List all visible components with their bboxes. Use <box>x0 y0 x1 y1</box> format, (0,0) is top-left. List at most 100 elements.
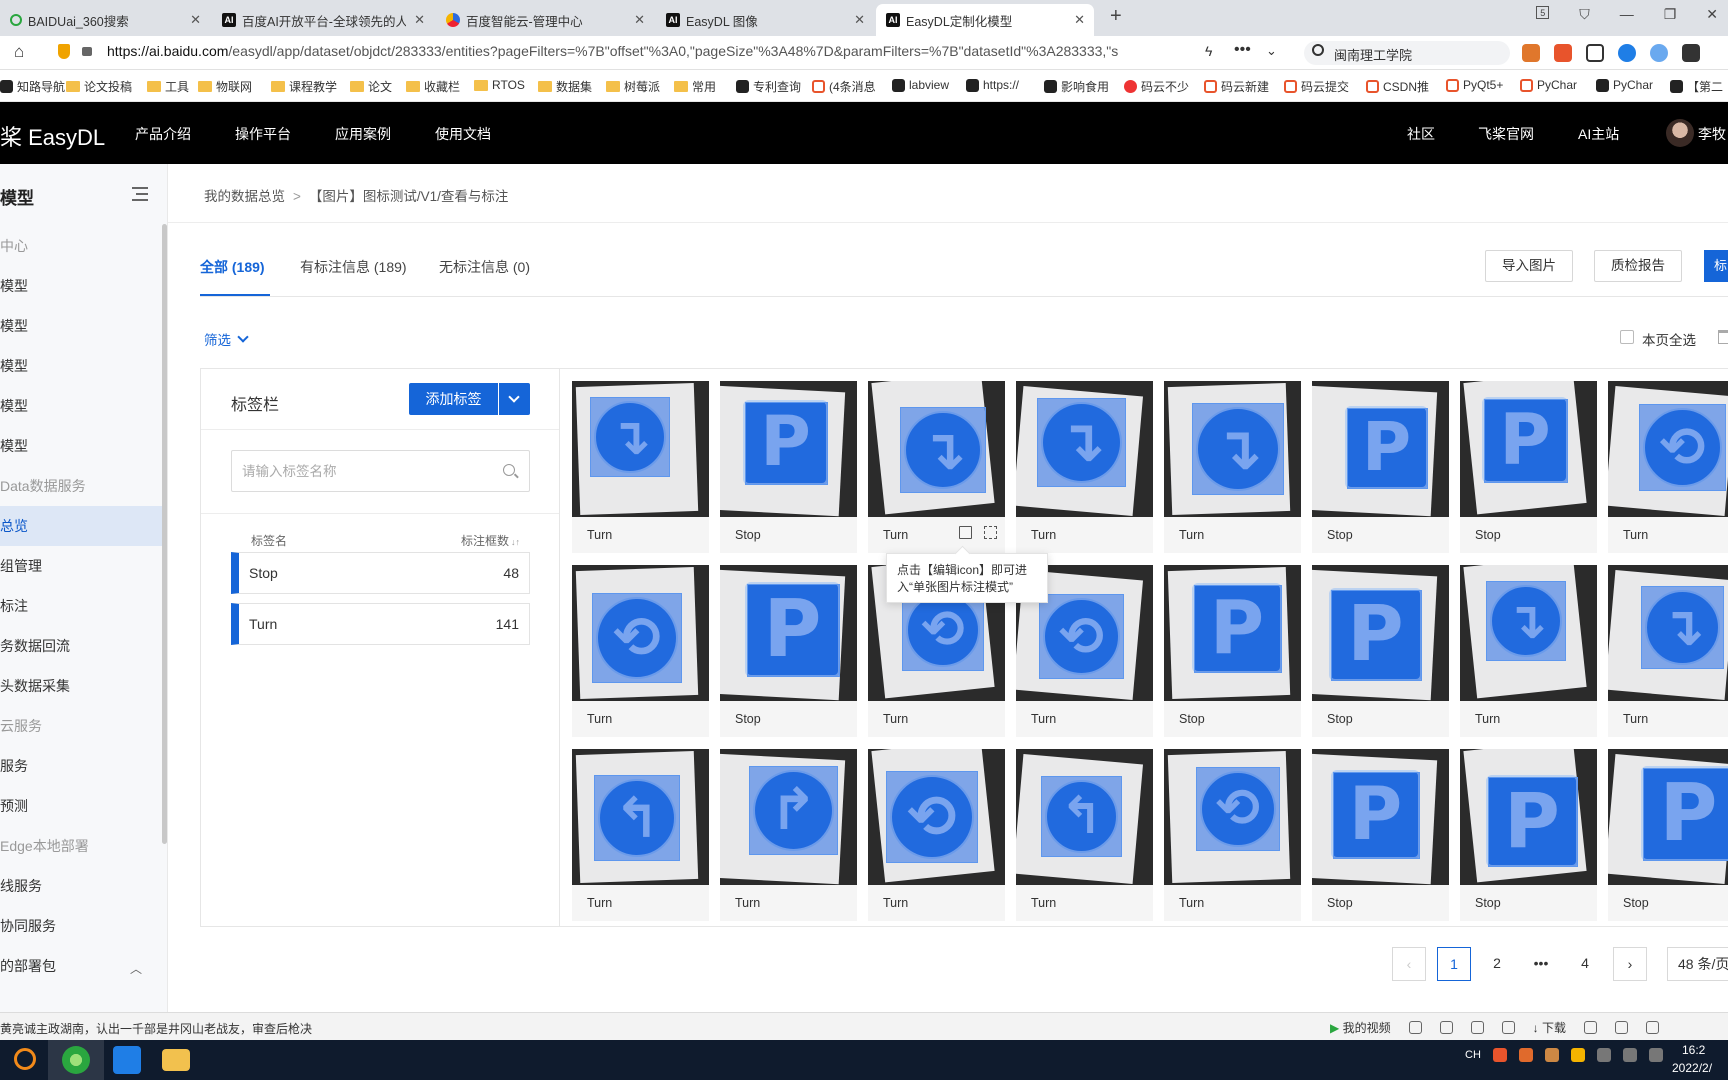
sidebar-item[interactable]: 模型 <box>0 306 162 346</box>
image-thumbnail[interactable]: ↴ <box>572 381 709 517</box>
bookmark-item[interactable]: 论文 <box>350 78 392 95</box>
sidebar-item[interactable]: 头数据采集 <box>0 666 162 706</box>
tab-close-icon[interactable]: ✕ <box>634 12 645 28</box>
bookmark-item[interactable]: PyChar <box>1520 78 1577 92</box>
printer-icon[interactable] <box>1583 1021 1597 1034</box>
sidebar-item[interactable]: 模型 <box>0 266 162 306</box>
bookmark-item[interactable]: 数据集 <box>538 78 592 95</box>
image-thumbnail[interactable]: ↰ <box>572 749 709 885</box>
bookmark-item[interactable]: PyQt5+ <box>1446 78 1503 92</box>
bookmark-item[interactable]: PyChar <box>1596 78 1653 92</box>
image-thumbnail[interactable]: P <box>720 565 857 701</box>
image-card[interactable]: ↰ Turn <box>572 749 709 921</box>
image-card[interactable]: P Stop <box>1460 749 1597 921</box>
tray-app-icon[interactable] <box>1492 1048 1507 1062</box>
more-icon[interactable]: ••• <box>1234 41 1251 59</box>
refresh-icon[interactable] <box>1614 1021 1628 1034</box>
label-row-turn[interactable]: Turn 141 <box>231 603 530 645</box>
image-thumbnail[interactable]: P <box>1460 749 1597 885</box>
bookmark-item[interactable]: 专利查询 <box>736 78 801 95</box>
minimize-icon[interactable]: — <box>1620 6 1634 23</box>
image-card[interactable]: ⟲ Turn <box>1608 381 1728 553</box>
image-card[interactable]: ↴ Turn <box>1608 565 1728 737</box>
tab-close-icon[interactable]: ✕ <box>1074 12 1085 28</box>
chevron-down-icon[interactable]: ⌄ <box>1266 43 1277 59</box>
browser-tab[interactable]: AI 百度AI开放平台-全球领先的人 ✕ <box>212 4 434 36</box>
nav-platform[interactable]: 操作平台 <box>235 124 291 144</box>
image-thumbnail[interactable]: ↴ <box>1460 565 1597 701</box>
edit-icon[interactable] <box>959 526 972 539</box>
page-size-select[interactable]: 48 条/页 <box>1667 947 1728 981</box>
collapse-menu-icon[interactable] <box>126 186 148 202</box>
image-card[interactable]: P Stop <box>1312 565 1449 737</box>
image-card[interactable]: P Stop <box>1312 381 1449 553</box>
url-field[interactable]: https://ai.baidu.com/easydl/app/dataset/… <box>107 43 1192 59</box>
rocket-icon[interactable] <box>1501 1021 1515 1034</box>
bookmark-item[interactable]: 码云不少 <box>1124 78 1189 95</box>
page-ellipsis[interactable]: ••• <box>1524 947 1558 981</box>
taskbar-360-browser-icon[interactable] <box>62 1046 90 1074</box>
image-thumbnail[interactable]: P <box>1312 749 1449 885</box>
image-thumbnail[interactable]: P <box>720 381 857 517</box>
scissors-icon[interactable] <box>1586 44 1604 62</box>
lock-icon[interactable] <box>82 47 92 56</box>
delete-icon[interactable] <box>1718 330 1728 344</box>
bookmark-item[interactable]: https:// <box>966 78 1019 92</box>
bookmark-item[interactable]: labview <box>892 78 949 92</box>
sidebar-item[interactable]: 总览 <box>0 506 162 546</box>
window-icon[interactable] <box>1645 1021 1659 1034</box>
bookmark-item[interactable]: 码云新建 <box>1204 78 1269 95</box>
tab-annotated[interactable]: 有标注信息 (189) <box>300 257 407 277</box>
bookmark-item[interactable]: 常用 <box>674 78 716 95</box>
bookmark-item[interactable]: 【第二 <box>1670 78 1723 95</box>
image-thumbnail[interactable]: ↴ <box>1608 565 1728 701</box>
browser-tab[interactable]: AI EasyDL 图像 ✕ <box>656 4 874 36</box>
easydl-logo[interactable]: 桨 EasyDL <box>0 120 105 152</box>
bookmark-item[interactable]: RTOS <box>474 78 525 92</box>
sort-icon[interactable]: ↓↑ <box>511 537 520 547</box>
image-thumbnail[interactable]: ⟲ <box>1608 381 1728 517</box>
notification-icon[interactable] <box>1648 1048 1663 1062</box>
select-all-checkbox[interactable] <box>1620 330 1634 344</box>
nav-ai-main[interactable]: AI主站 <box>1578 124 1619 144</box>
image-card[interactable]: P Stop <box>720 381 857 553</box>
image-card[interactable]: ⟲ Turn <box>868 749 1005 921</box>
image-thumbnail[interactable]: ↴ <box>868 381 1005 517</box>
tab-close-icon[interactable]: ✕ <box>414 12 425 28</box>
network-icon[interactable] <box>1622 1048 1637 1062</box>
bookmark-item[interactable]: 论文投稿 <box>66 78 132 95</box>
restore-icon[interactable]: ❐ <box>1664 6 1677 23</box>
chevron-up-icon[interactable]: ︿ <box>130 960 142 977</box>
bookmark-item[interactable]: 码云提交 <box>1284 78 1349 95</box>
bookmark-item[interactable]: (4条消息 <box>812 78 876 95</box>
image-icon[interactable] <box>1439 1021 1453 1034</box>
tray-app-icon[interactable] <box>1518 1048 1533 1062</box>
image-card[interactable]: P Stop <box>1460 381 1597 553</box>
image-thumbnail[interactable]: ⟲ <box>1164 749 1301 885</box>
window-close-icon[interactable]: ✕ <box>1706 6 1718 23</box>
clock-time[interactable]: 16:2 <box>1682 1043 1705 1057</box>
column-box-count[interactable]: 标注框数 ↓↑ <box>461 532 520 549</box>
quality-report-button[interactable]: 质检报告 <box>1594 250 1682 282</box>
image-thumbnail[interactable]: ⟲ <box>868 749 1005 885</box>
sidebar-item[interactable]: 预测 <box>0 786 162 826</box>
bookmark-item[interactable]: 收藏栏 <box>406 78 460 95</box>
taskbar-search-icon[interactable] <box>14 1048 36 1070</box>
nav-paddle-site[interactable]: 飞桨官网 <box>1478 124 1534 144</box>
extension-icon[interactable] <box>1554 44 1572 62</box>
image-thumbnail[interactable]: ↴ <box>1164 381 1301 517</box>
breadcrumb-root-link[interactable]: 我的数据总览 <box>204 189 285 204</box>
tray-app-icon[interactable] <box>1544 1048 1559 1062</box>
next-page-button[interactable]: › <box>1613 947 1647 981</box>
sidebar-scrollbar[interactable] <box>162 224 167 844</box>
page-4-button[interactable]: 4 <box>1568 947 1602 981</box>
user-name[interactable]: 李牧 <box>1698 124 1726 144</box>
my-video-button[interactable]: ▶ 我的视频 <box>1330 1019 1391 1036</box>
bookmark-item[interactable]: 物联网 <box>198 78 252 95</box>
bookmark-item[interactable]: 影响食用 <box>1044 78 1109 95</box>
nav-community[interactable]: 社区 <box>1407 124 1435 144</box>
image-card[interactable]: ↴ Turn <box>1016 381 1153 553</box>
sidebar-item[interactable]: 协同服务 <box>0 906 162 946</box>
nav-product-intro[interactable]: 产品介绍 <box>135 124 191 144</box>
image-card[interactable]: ⟲ Turn <box>1164 749 1301 921</box>
